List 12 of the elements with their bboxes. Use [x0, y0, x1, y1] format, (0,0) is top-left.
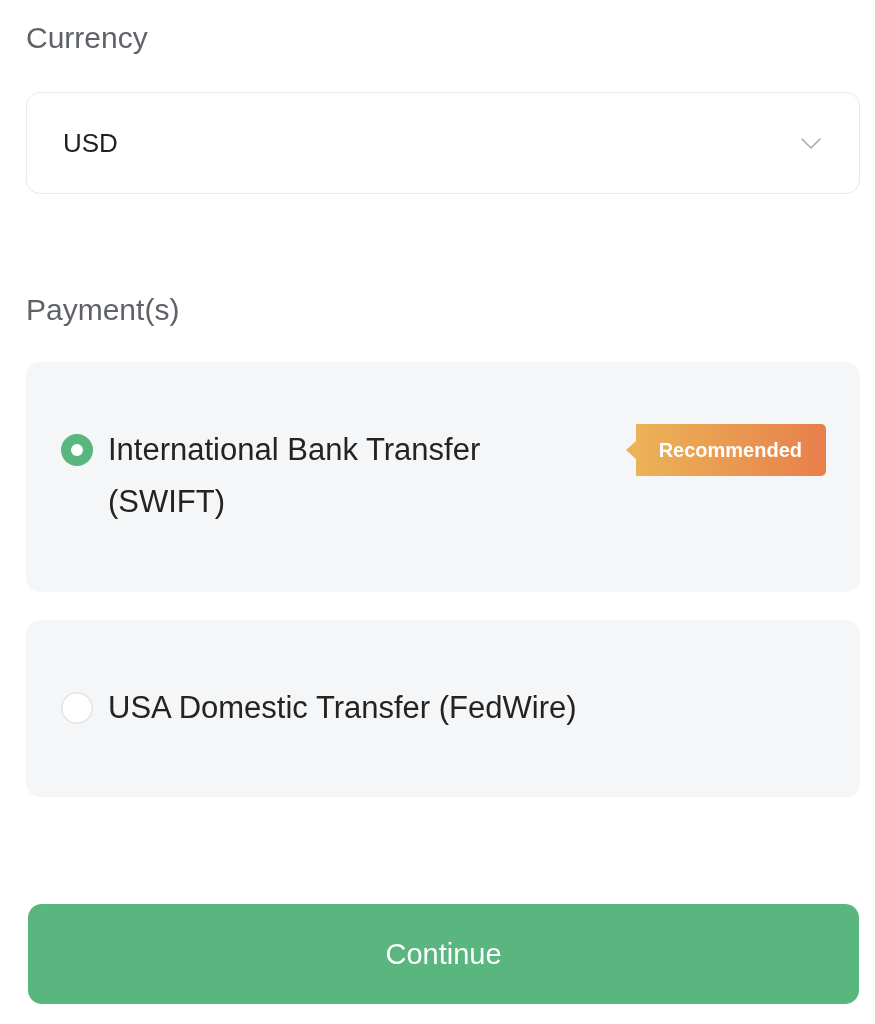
currency-select[interactable]: USD: [26, 92, 860, 194]
chevron-down-icon: [801, 137, 821, 149]
payment-option-label: International Bank Transfer (SWIFT): [108, 431, 482, 521]
payment-option-label: USA Domestic Transfer (FedWire): [108, 689, 577, 727]
payments-label: Payment(s): [26, 292, 180, 328]
radio-icon[interactable]: [61, 692, 93, 724]
recommended-badge: Recommended: [625, 424, 826, 476]
radio-selected-icon[interactable]: [61, 434, 93, 466]
payment-option[interactable]: USA Domestic Transfer (FedWire): [26, 620, 860, 797]
payment-option[interactable]: International Bank Transfer (SWIFT) Recommended: [26, 362, 860, 592]
currency-value: USD: [63, 127, 118, 159]
currency-label: Currency: [26, 20, 148, 56]
